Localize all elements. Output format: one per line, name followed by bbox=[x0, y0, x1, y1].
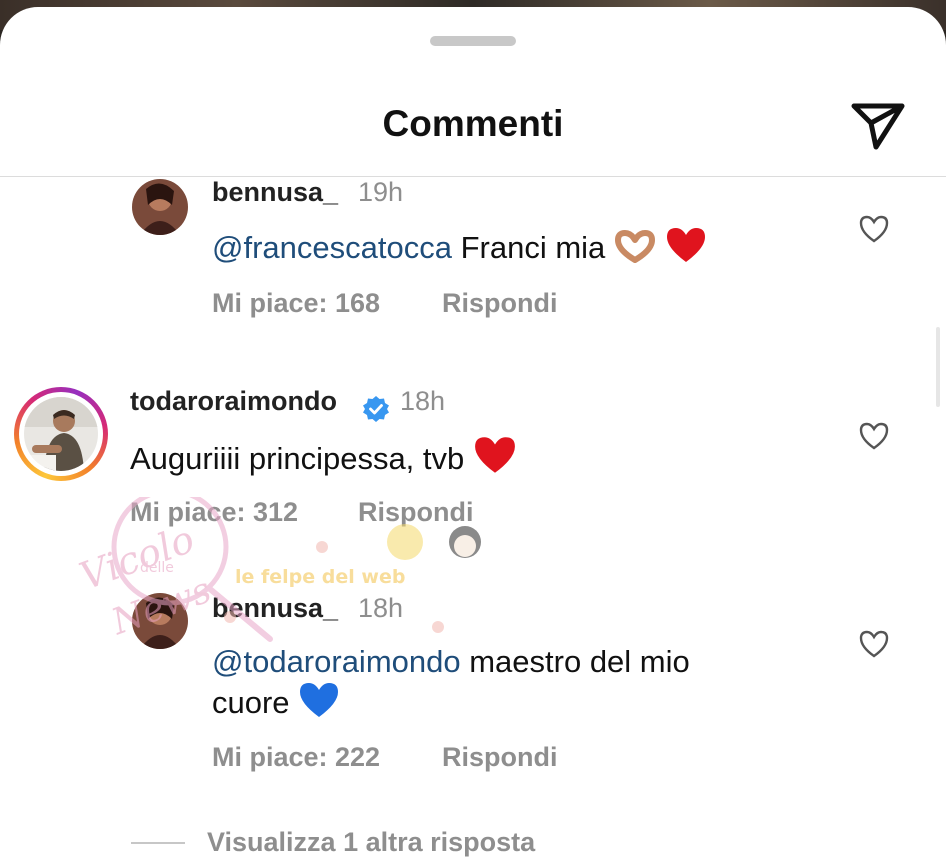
comment-text: @todaroraimondo maestro del mio cuore bbox=[212, 642, 690, 722]
story-ring[interactable] bbox=[14, 387, 108, 481]
avatar bbox=[24, 397, 98, 471]
verified-badge-icon bbox=[363, 396, 389, 422]
comment-body: Franci mia bbox=[451, 230, 606, 265]
comment-body: maestro del mio bbox=[460, 644, 690, 679]
comment-body: Auguriiii principessa, tvb bbox=[130, 441, 465, 476]
reply-button[interactable]: Rispondi bbox=[442, 288, 558, 319]
likes-count[interactable]: Mi piace: 312 bbox=[130, 497, 298, 528]
comment-text: @francescatocca Franci mia bbox=[212, 226, 707, 267]
username[interactable]: bennusa_ bbox=[212, 593, 338, 624]
comment-text: Auguriiii principessa, tvb bbox=[130, 435, 517, 478]
red-heart-icon bbox=[666, 228, 705, 262]
heart-icon[interactable] bbox=[858, 421, 890, 451]
reply-button[interactable]: Rispondi bbox=[442, 742, 558, 773]
heart-icon[interactable] bbox=[858, 214, 890, 244]
comment-body-line2: cuore bbox=[212, 685, 290, 720]
watermark-text-4: le felpe del web bbox=[235, 566, 405, 588]
header-divider bbox=[0, 176, 946, 177]
username[interactable]: todaroraimondo bbox=[130, 386, 337, 417]
comment-time: 18h bbox=[358, 593, 404, 623]
paper-plane-icon[interactable] bbox=[849, 97, 907, 155]
likes-count[interactable]: Mi piace: 222 bbox=[212, 742, 380, 773]
mention-link[interactable]: @todaroraimondo bbox=[212, 644, 461, 679]
username[interactable]: bennusa_ bbox=[212, 177, 338, 208]
avatar[interactable] bbox=[132, 179, 188, 235]
comment-time: 19h bbox=[358, 177, 404, 207]
watermark-text-2: delle bbox=[140, 560, 174, 576]
blue-heart-icon bbox=[300, 683, 339, 717]
drag-handle[interactable] bbox=[430, 36, 516, 46]
view-more-replies-button[interactable]: Visualizza 1 altra risposta bbox=[207, 827, 535, 858]
page-title: Commenti bbox=[382, 103, 564, 144]
watermark-text-1: Vicolo bbox=[74, 517, 200, 599]
view-more-line bbox=[131, 842, 185, 844]
scrollbar[interactable] bbox=[936, 327, 940, 407]
mention-link[interactable]: @francescatocca bbox=[212, 230, 452, 265]
reply-button[interactable]: Rispondi bbox=[358, 497, 474, 528]
red-heart-icon bbox=[474, 437, 515, 473]
comments-sheet: Commenti bennusa_ 19h @francescatocca Fr… bbox=[0, 7, 946, 865]
avatar[interactable] bbox=[132, 593, 188, 649]
heart-icon[interactable] bbox=[858, 629, 890, 659]
heart-hands-icon bbox=[614, 230, 655, 263]
likes-count[interactable]: Mi piace: 168 bbox=[212, 288, 380, 319]
comment-time: 18h bbox=[400, 386, 446, 416]
